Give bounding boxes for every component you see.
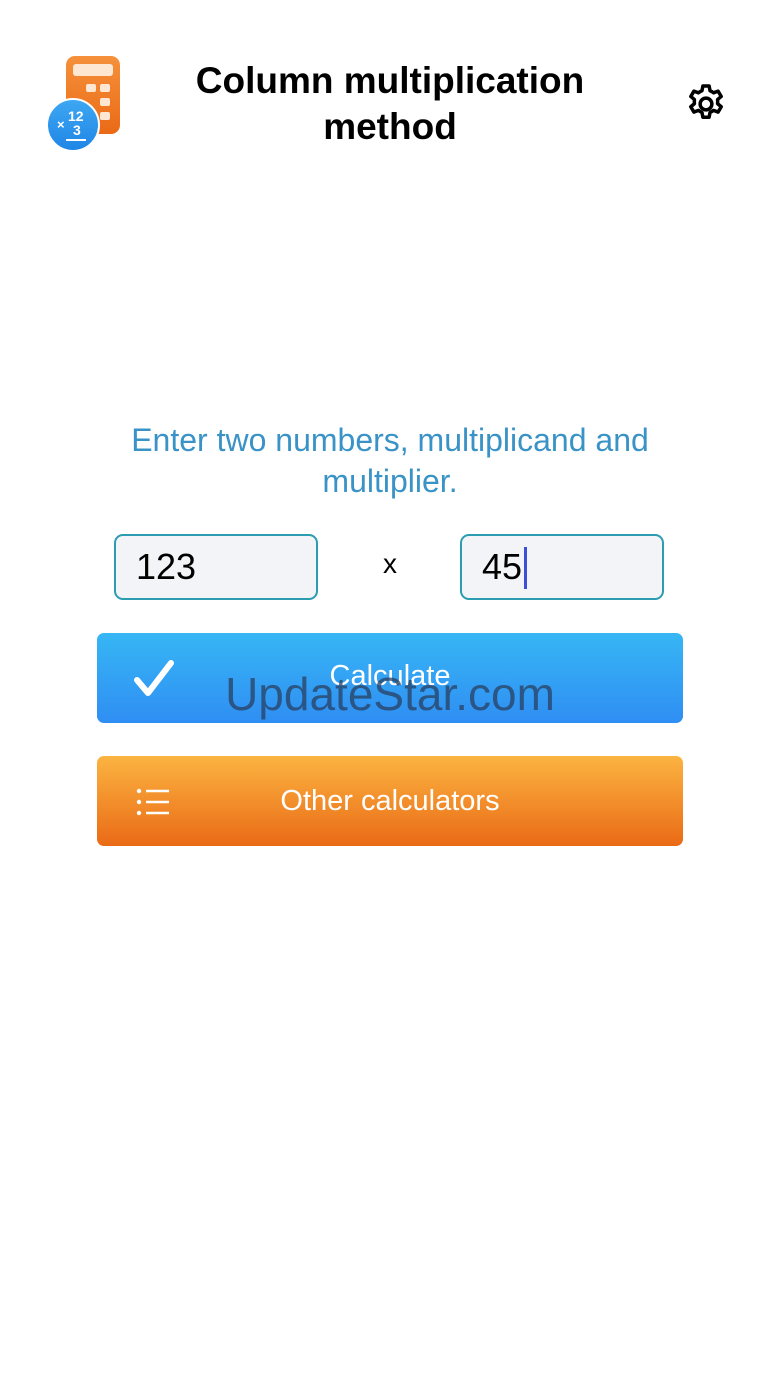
calculator-key — [100, 112, 110, 120]
multiplication-badge-icon: 12 × 3 — [46, 98, 100, 152]
multiplier-input[interactable] — [460, 534, 664, 600]
calculate-button[interactable]: Calculate — [97, 633, 683, 723]
calculate-label: Calculate — [329, 660, 451, 692]
calculator-screen — [73, 64, 113, 76]
page-title: Column multiplication method — [195, 60, 585, 147]
instruction-text: Enter two numbers, multiplicand and mult… — [131, 422, 649, 499]
calculator-key — [86, 84, 96, 92]
other-calculators-label: Other calculators — [280, 785, 500, 817]
settings-button[interactable] — [684, 82, 728, 126]
screen: 12 × 3 Column multiplication method Ente… — [0, 0, 780, 1387]
text-cursor — [524, 547, 527, 589]
calculator-badge-icon: 12 × 3 — [44, 54, 124, 152]
calculator-key — [100, 84, 110, 92]
multiplication-operator: x — [383, 548, 397, 579]
gear-icon — [689, 84, 723, 119]
other-calculators-button[interactable]: Other calculators — [97, 756, 683, 846]
multiplicand-input[interactable] — [114, 534, 318, 600]
calculator-key — [100, 98, 110, 106]
